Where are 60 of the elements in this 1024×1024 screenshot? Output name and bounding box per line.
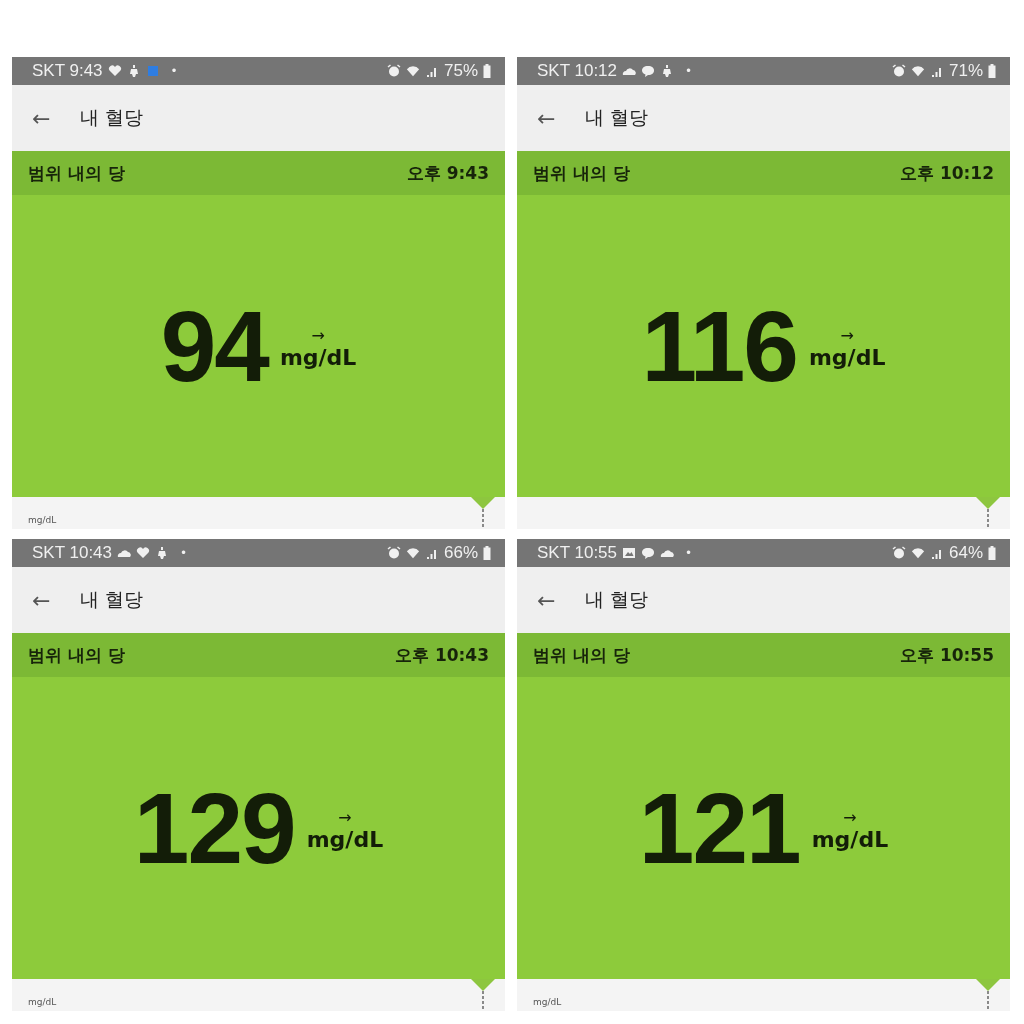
trend-arrow: →: [311, 326, 325, 345]
carrier-time: SKT 10:43: [32, 543, 113, 563]
chat-icon: [641, 546, 656, 560]
back-button[interactable]: ←: [533, 587, 560, 613]
trend-arrow: →: [843, 808, 857, 827]
axis-label: mg/dL: [28, 515, 57, 525]
screen-title: 내 혈당: [585, 587, 649, 612]
range-label: 범위 내의 당: [28, 161, 125, 185]
glucose-value: 94: [160, 288, 268, 404]
reading-time: 오후 10:12: [899, 161, 994, 185]
wifi-icon: [910, 546, 925, 560]
range-label: 범위 내의 당: [533, 161, 630, 185]
alarm-icon: [386, 64, 401, 78]
notification-dot: •: [685, 546, 693, 560]
trend-arrow: →: [840, 326, 854, 345]
battery-percent: 64%: [948, 543, 983, 563]
battery-percent: 75%: [443, 61, 478, 81]
reading-time: 오후 9:43: [406, 161, 489, 185]
reading-time: 오후 10:43: [394, 643, 489, 667]
image-icon: [622, 546, 637, 560]
range-label: 범위 내의 당: [28, 643, 125, 667]
unit-label: mg/dL: [808, 345, 886, 370]
battery-icon: [988, 64, 996, 78]
unit-label: mg/dL: [811, 827, 889, 852]
alarm-icon: [891, 546, 906, 560]
carrier-time: SKT 9:43: [32, 61, 103, 81]
back-button[interactable]: ←: [533, 105, 560, 131]
notification-dot: •: [685, 64, 693, 78]
range-label: 범위 내의 당: [533, 643, 630, 667]
chat-icon: [641, 64, 656, 78]
battery-icon: [988, 546, 996, 560]
carrier-time: SKT 10:55: [537, 543, 618, 563]
battery-percent: 71%: [948, 61, 983, 81]
reading-time: 오후 10:55: [899, 643, 994, 667]
carrier-time: SKT 10:12: [537, 61, 618, 81]
back-button[interactable]: ←: [28, 105, 55, 131]
heart-icon: [136, 546, 151, 560]
screen-title: 내 혈당: [585, 105, 649, 130]
battery-icon: [483, 546, 491, 560]
glucose-value: 116: [641, 288, 797, 404]
axis-label: mg/dL: [533, 997, 562, 1007]
wifi-icon: [405, 546, 420, 560]
alarm-icon: [891, 64, 906, 78]
notification-dot: •: [180, 546, 188, 560]
back-button[interactable]: ←: [28, 587, 55, 613]
unit-label: mg/dL: [279, 345, 357, 370]
battery-icon: [483, 64, 491, 78]
screen-title: 내 혈당: [80, 105, 144, 130]
unit-label: mg/dL: [306, 827, 384, 852]
battery-percent: 66%: [443, 543, 478, 563]
notification-dot: •: [170, 64, 178, 78]
trend-arrow: →: [338, 808, 352, 827]
glucose-value: 129: [133, 770, 295, 886]
screen-title: 내 혈당: [80, 587, 144, 612]
glucose-value: 121: [638, 770, 800, 886]
wifi-icon: [405, 64, 420, 78]
alarm-icon: [386, 546, 401, 560]
heart-icon: [107, 64, 122, 78]
axis-label: mg/dL: [28, 997, 57, 1007]
wifi-icon: [910, 64, 925, 78]
